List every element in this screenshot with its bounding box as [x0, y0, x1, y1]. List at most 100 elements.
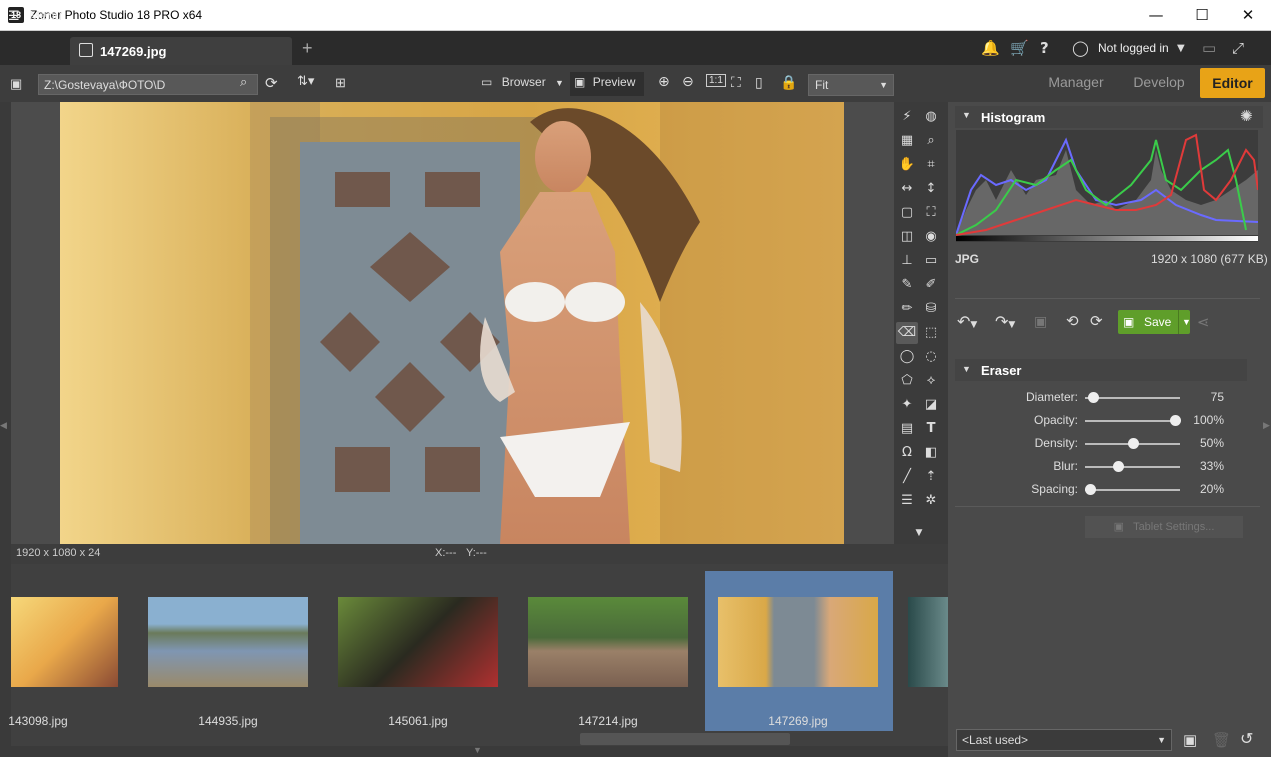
thumbnail-147269[interactable]: [718, 597, 878, 687]
filmstrip-toggle-icon[interactable]: ▼: [473, 745, 482, 755]
filmstrip-scrollbar[interactable]: [580, 733, 790, 745]
notification-bell-icon[interactable]: 🔔: [981, 39, 1000, 57]
minimize-button[interactable]: —: [1133, 0, 1179, 31]
slider-track[interactable]: [1085, 489, 1180, 491]
fit-screen-icon[interactable]: ⛶: [731, 74, 741, 91]
tab-editor[interactable]: Editor: [1200, 68, 1265, 98]
ellipse-select-icon[interactable]: ◯: [896, 346, 918, 368]
save-dropdown-icon[interactable]: ▼: [1178, 310, 1191, 334]
user-dropdown-icon[interactable]: ▼: [1177, 43, 1185, 54]
actual-size-icon[interactable]: 1:1: [706, 74, 726, 87]
fit-height-icon[interactable]: ▯: [755, 74, 763, 91]
save-button[interactable]: ▣ Save ▼: [1118, 310, 1191, 334]
rotate-right-icon[interactable]: ⟳: [1090, 312, 1103, 330]
browser-button[interactable]: ▭ Browser ▼: [481, 75, 564, 89]
thumbnail-145061[interactable]: [338, 597, 498, 687]
fullscreen-icon[interactable]: ⤢: [1232, 39, 1244, 57]
close-button[interactable]: ✕: [1225, 0, 1271, 31]
quick-fix-icon[interactable]: ⚡: [896, 106, 918, 128]
preset-select[interactable]: <Last used> ▼: [956, 729, 1172, 751]
zoom-select[interactable]: Fit ▼: [808, 74, 894, 96]
slider-knob[interactable]: [1087, 392, 1099, 403]
sort-icon[interactable]: ⇅▾: [297, 74, 314, 89]
lines-icon[interactable]: ☰: [896, 490, 918, 512]
horizon-icon[interactable]: ↔: [896, 178, 918, 200]
line-icon[interactable]: ╱: [896, 466, 918, 488]
refresh-icon[interactable]: ⟳: [265, 74, 278, 92]
new-folder-icon[interactable]: ⊞: [335, 75, 346, 91]
save-preset-icon[interactable]: ▣: [1183, 731, 1197, 749]
tab-manager[interactable]: Manager: [1040, 65, 1112, 100]
histogram-settings-icon[interactable]: ✺: [1240, 107, 1253, 125]
zoom-in-icon[interactable]: ⊕: [658, 74, 670, 90]
eraser-icon[interactable]: ⌫: [896, 322, 918, 344]
folder-up-icon[interactable]: ▣: [10, 76, 22, 92]
thumbnail-143098[interactable]: [11, 597, 118, 687]
grid-icon[interactable]: ▦: [896, 130, 918, 152]
rotate-left-icon[interactable]: ⟲: [1066, 312, 1079, 330]
arrow-icon[interactable]: ⇡: [920, 466, 942, 488]
vertical-icon[interactable]: ↕: [920, 178, 942, 200]
reset-icon[interactable]: ↺: [1240, 729, 1253, 748]
insert-image-icon[interactable]: ▤: [896, 418, 918, 440]
canvas-icon[interactable]: ▢: [896, 202, 918, 224]
text-icon[interactable]: T: [920, 418, 942, 440]
tab-develop[interactable]: Develop: [1124, 65, 1194, 100]
selection-brush-icon[interactable]: ◪: [920, 394, 942, 416]
retouch-icon[interactable]: ✎: [896, 274, 918, 296]
gradient-icon[interactable]: ◫: [896, 226, 918, 248]
collapse-chevron-icon[interactable]: ▼: [962, 110, 971, 120]
slider-track[interactable]: [1085, 466, 1180, 468]
effects-icon[interactable]: ◍: [920, 106, 942, 128]
monitor-icon[interactable]: ▭: [1202, 39, 1216, 57]
magic-wand-icon[interactable]: ✦: [896, 394, 918, 416]
magic-brush-icon[interactable]: ✐: [920, 274, 942, 296]
shape-icon[interactable]: ◧: [920, 442, 942, 464]
share-icon[interactable]: ⋖: [1197, 313, 1210, 331]
thumbnail-partial[interactable]: [908, 597, 948, 687]
path-field[interactable]: Z:\Gostevaya\ФОТО\D: [38, 74, 258, 95]
maximize-button[interactable]: ☐: [1179, 0, 1225, 31]
transform-icon[interactable]: ⛶: [920, 202, 942, 224]
compare-icon[interactable]: ▣: [1034, 313, 1047, 330]
collapse-chevron-icon[interactable]: ▼: [962, 364, 971, 374]
edited-photo[interactable]: [60, 102, 844, 544]
right-panel-toggle-icon[interactable]: ▶: [1263, 420, 1270, 431]
lock-icon[interactable]: 🔒: [780, 74, 797, 91]
more-tools-icon[interactable]: ▼: [908, 522, 930, 544]
thumbnail-144935[interactable]: [148, 597, 308, 687]
tablet-settings-button[interactable]: ▣ Tablet Settings...: [1085, 516, 1243, 538]
slider-track[interactable]: [1085, 397, 1180, 399]
user-status[interactable]: Not logged in: [1098, 41, 1169, 55]
symbol-icon[interactable]: Ω: [896, 442, 918, 464]
user-icon[interactable]: ◯: [1072, 39, 1089, 57]
magnetic-lasso-icon[interactable]: ⟡: [920, 370, 942, 392]
help-icon[interactable]: ?: [1040, 39, 1049, 57]
search-icon[interactable]: ⌕: [240, 75, 247, 90]
slider-knob[interactable]: [1127, 438, 1139, 449]
slider-track[interactable]: [1085, 420, 1180, 422]
clone-stamp-icon[interactable]: ⊥: [896, 250, 918, 272]
thumbnail-147214[interactable]: [528, 597, 688, 687]
preview-button[interactable]: ▣ Preview: [570, 72, 644, 96]
eraser-strip-icon[interactable]: ▭: [920, 250, 942, 272]
delete-preset-icon[interactable]: 🗑: [1212, 731, 1231, 749]
zoom-tool-icon[interactable]: ⌕: [920, 130, 942, 152]
left-panel-toggle-icon[interactable]: ◀: [0, 420, 7, 431]
bucket-icon[interactable]: ⛁: [920, 298, 942, 320]
hand-icon[interactable]: ✋: [896, 154, 918, 176]
menu-button[interactable]: ☰ Menu: [8, 8, 62, 24]
redo-icon[interactable]: ↷▼: [995, 312, 1015, 331]
polygon-lasso-icon[interactable]: ⬠: [896, 370, 918, 392]
crop-icon[interactable]: ⌗: [920, 154, 942, 176]
zoom-out-icon[interactable]: ⊖: [682, 74, 694, 90]
lasso-icon[interactable]: ◌: [920, 346, 942, 368]
slider-knob[interactable]: [1084, 484, 1096, 495]
tab-current-file[interactable]: 147269.jpg: [70, 37, 292, 65]
rect-select-icon[interactable]: ⬚: [920, 322, 942, 344]
undo-icon[interactable]: ↶▼: [957, 312, 977, 331]
add-tab-button[interactable]: +: [302, 38, 313, 59]
red-eye-icon[interactable]: ◉: [920, 226, 942, 248]
brush-icon[interactable]: ✏: [896, 298, 918, 320]
shopping-cart-icon[interactable]: 🛒: [1010, 39, 1029, 57]
